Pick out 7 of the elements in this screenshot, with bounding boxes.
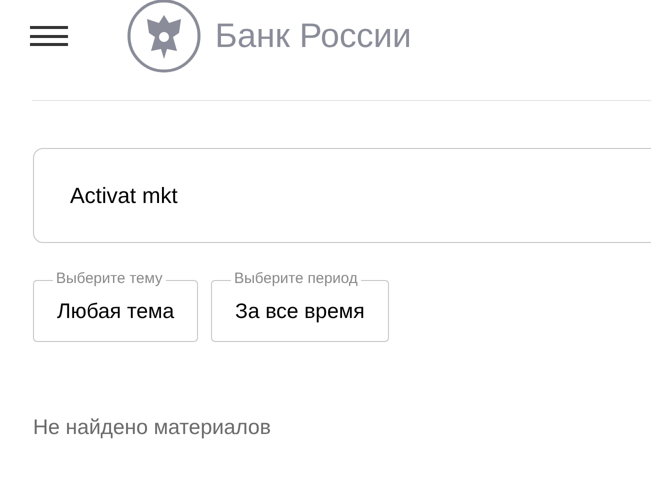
dropdown-legend: Выберите период [231, 270, 361, 288]
menu-button[interactable] [30, 26, 68, 46]
empty-message: Не найдено материалов [33, 415, 272, 441]
search-text: Activat mkt [70, 182, 178, 210]
brand-name: Банк России [215, 19, 412, 53]
dropdown-legend: Выберите тему [53, 270, 166, 288]
search-field[interactable]: Activat mkt [33, 148, 651, 243]
